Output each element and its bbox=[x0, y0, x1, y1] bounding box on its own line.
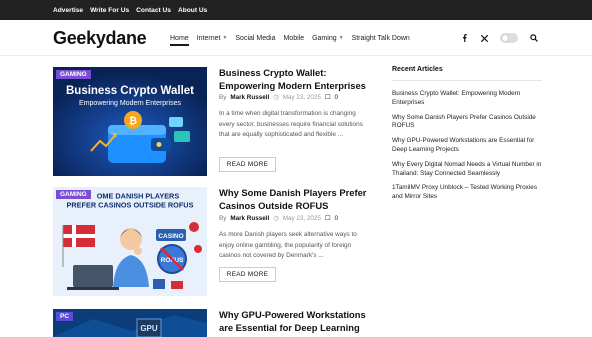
nav-social-media-label: Social Media bbox=[235, 34, 276, 42]
recent-article-link[interactable]: Business Crypto Wallet: Empowering Moder… bbox=[392, 90, 542, 108]
post-excerpt: In a time when digital transformation is… bbox=[219, 110, 363, 138]
clock-icon: ◷ bbox=[273, 215, 279, 222]
post-thumbnail[interactable]: GPU PC bbox=[53, 309, 207, 337]
category-badge[interactable]: GAMING bbox=[56, 70, 91, 79]
post-author[interactable]: Mark Russell bbox=[230, 94, 269, 101]
recent-article-link[interactable]: Why GPU-Powered Workstations are Essenti… bbox=[392, 137, 542, 155]
nav-internet-label: Internet bbox=[196, 34, 221, 42]
thumb-illustration: OME DANISH PLAYERS PREFER CASINOS OUTSID… bbox=[53, 187, 207, 296]
facebook-icon[interactable] bbox=[460, 34, 468, 42]
post-title[interactable]: Business Crypto Wallet: Empowering Moder… bbox=[219, 67, 379, 92]
nav-gaming-label: Gaming bbox=[312, 34, 337, 42]
post-title[interactable]: Why GPU-Powered Workstations are Essenti… bbox=[219, 309, 379, 334]
post-date: May 23, 2025 bbox=[282, 94, 321, 101]
meta-by: By bbox=[219, 94, 227, 101]
theme-toggle[interactable] bbox=[500, 33, 518, 43]
thumb-illustration: Business Crypto Wallet Empowering Modern… bbox=[53, 67, 207, 176]
post-date: May 23, 2025 bbox=[282, 215, 321, 222]
top-link-advertise[interactable]: Advertise bbox=[53, 7, 83, 14]
person-head bbox=[120, 228, 142, 250]
search-icon[interactable] bbox=[530, 34, 538, 42]
comment-icon: ☐ bbox=[324, 94, 331, 101]
sidebar-recent-articles: Recent Articles Business Crypto Wallet: … bbox=[392, 66, 542, 208]
top-bar: Advertise Write For Us Contact Us About … bbox=[0, 0, 592, 20]
recent-article-link[interactable]: Why Some Danish Players Prefer Casinos O… bbox=[392, 114, 542, 132]
top-links: Advertise Write For Us Contact Us About … bbox=[53, 0, 207, 20]
post-title[interactable]: Why Some Danish Players Prefer Casinos O… bbox=[219, 187, 379, 212]
post-meta: By Mark Russell ◷ May 23, 2025 ☐ 0 bbox=[219, 94, 338, 101]
thumb-subheading: Empowering Modern Enterprises bbox=[79, 100, 181, 107]
nav-mobile-label: Mobile bbox=[283, 34, 305, 42]
toggle-knob bbox=[502, 35, 508, 41]
post-author[interactable]: Mark Russell bbox=[230, 215, 269, 222]
gpu-label: GPU bbox=[140, 324, 158, 333]
header-actions bbox=[460, 20, 538, 56]
top-link-write-for-us[interactable]: Write For Us bbox=[90, 7, 129, 14]
main-nav: Home Internet ▼ Social Media Mobile Gamin… bbox=[170, 20, 418, 56]
clock-icon: ◷ bbox=[273, 94, 279, 101]
comment-icon: ☐ bbox=[324, 215, 331, 222]
post-excerpt: As more Danish players seek alternative … bbox=[219, 231, 357, 259]
read-more-button[interactable]: READ MORE bbox=[219, 157, 276, 172]
thumb-illustration: GPU bbox=[53, 309, 207, 337]
post-card: Business Crypto Wallet Empowering Modern… bbox=[53, 67, 373, 177]
category-badge[interactable]: PC bbox=[56, 312, 74, 321]
nav-gaming[interactable]: Gaming ▼ bbox=[312, 35, 343, 42]
nav-mobile[interactable]: Mobile bbox=[283, 35, 304, 42]
read-more-button[interactable]: READ MORE bbox=[219, 267, 276, 282]
nav-home[interactable]: Home bbox=[170, 34, 189, 46]
recent-article-link[interactable]: 1TamilMV Proxy Unblock – Tested Working … bbox=[392, 184, 542, 202]
top-link-about-us[interactable]: About Us bbox=[178, 7, 207, 14]
nav-straight-talk-down-label: Straight Talk Down bbox=[351, 34, 410, 42]
meta-by: By bbox=[219, 215, 227, 222]
svg-text:₿: ₿ bbox=[129, 115, 137, 127]
chevron-down-icon: ▼ bbox=[338, 35, 344, 41]
top-link-contact-us[interactable]: Contact Us bbox=[136, 7, 171, 14]
comment-count[interactable]: 0 bbox=[335, 94, 339, 101]
post-card: OME DANISH PLAYERS PREFER CASINOS OUTSID… bbox=[53, 187, 373, 297]
post-card: GPU PC Why GPU-Powered Workstations are … bbox=[53, 309, 373, 337]
post-meta: By Mark Russell ◷ May 23, 2025 ☐ 0 bbox=[219, 215, 338, 222]
sidebar-title: Recent Articles bbox=[392, 66, 542, 81]
thumb-heading: Business Crypto Wallet bbox=[66, 85, 194, 97]
nav-internet[interactable]: Internet ▼ bbox=[197, 35, 228, 42]
post-thumbnail[interactable]: Business Crypto Wallet Empowering Modern… bbox=[53, 67, 207, 176]
nav-home-label: Home bbox=[170, 34, 189, 42]
nav-social-media[interactable]: Social Media bbox=[235, 35, 275, 42]
site-header: Geekydane Home Internet ▼ Social Media Mo… bbox=[0, 20, 592, 56]
casino-sign-text: CASINO bbox=[158, 233, 183, 240]
nav-straight-talk-down[interactable]: Straight Talk Down bbox=[352, 35, 410, 42]
site-logo[interactable]: Geekydane bbox=[53, 28, 147, 49]
chevron-down-icon: ▼ bbox=[222, 35, 228, 41]
x-icon[interactable] bbox=[480, 34, 488, 42]
recent-article-link[interactable]: Why Every Digital Nomad Needs a Virtual … bbox=[392, 161, 542, 179]
post-thumbnail[interactable]: OME DANISH PLAYERS PREFER CASINOS OUTSID… bbox=[53, 187, 207, 296]
comment-count[interactable]: 0 bbox=[335, 215, 339, 222]
category-badge[interactable]: GAMING bbox=[56, 190, 91, 199]
